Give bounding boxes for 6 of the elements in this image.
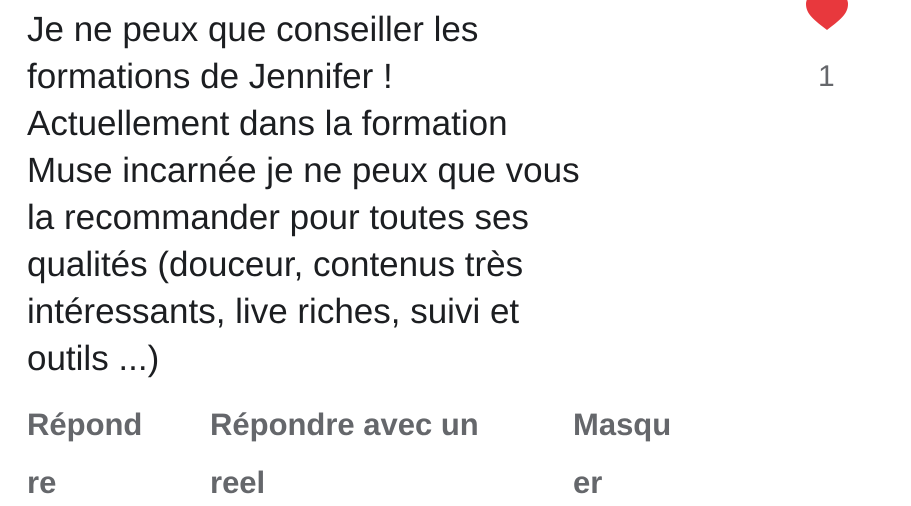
action-link[interactable]: Masqu er <box>573 396 723 506</box>
like-count: 1 <box>818 59 835 95</box>
action-link[interactable]: Répondre avec un reel <box>210 396 573 506</box>
heart-icon[interactable] <box>804 0 850 32</box>
action-link[interactable]: Répond re <box>27 396 210 506</box>
comment-text: Je ne peux que conseiller les formations de Jennifer ! Actuellement dans la formation Muse incarnée je ne peux que vous la recommander pour toutes ses qualités (douceur, contenus très intéressants, live riches, suivi et outils ...) <box>27 9 580 380</box>
